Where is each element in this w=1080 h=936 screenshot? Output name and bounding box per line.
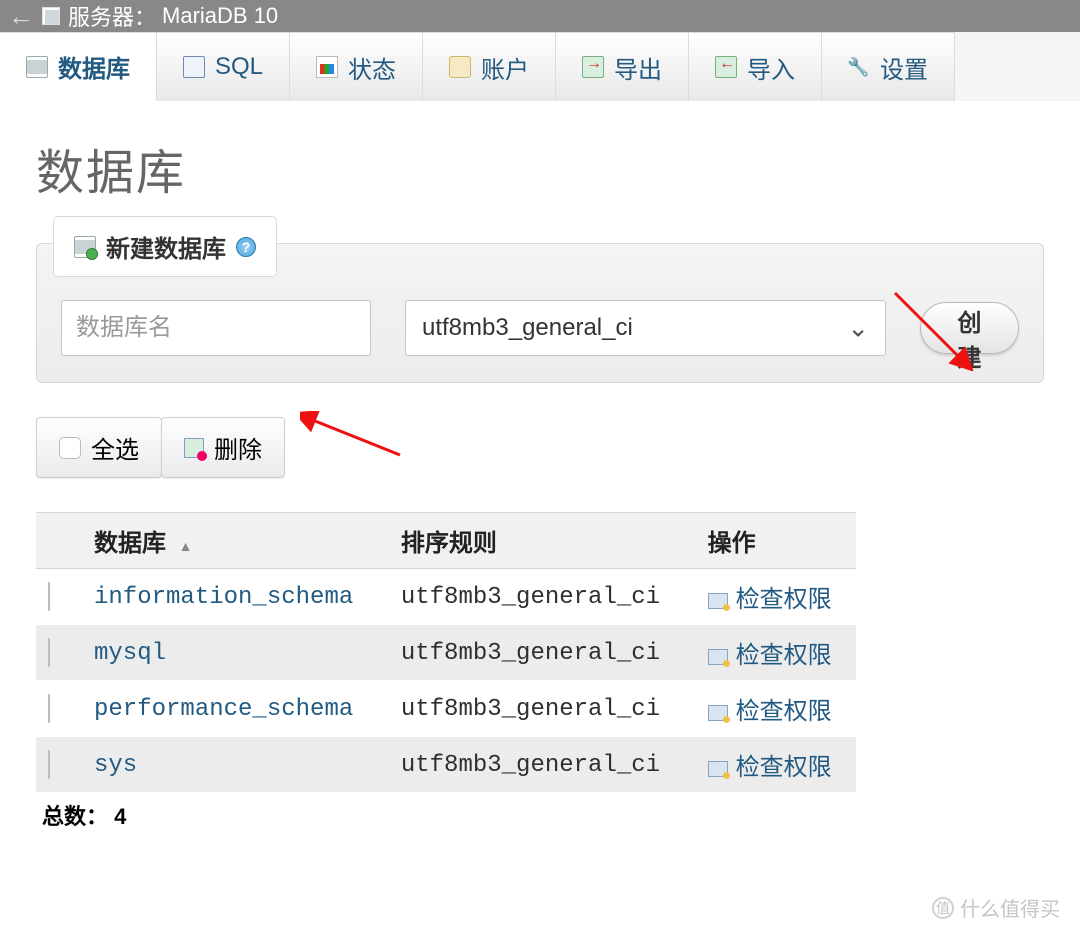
header-collation[interactable]: 排序规则: [389, 513, 696, 569]
row-collation: utf8mb3_general_ci: [401, 584, 660, 611]
privileges-icon: [708, 705, 728, 721]
tab-label: 导入: [747, 50, 795, 85]
header-action: 操作: [696, 513, 856, 569]
server-name: MariaDB 10: [162, 3, 278, 29]
watermark-text: 什么值得买: [960, 893, 1060, 922]
collation-select[interactable]: utf8mb3_general_ci ⌄: [405, 300, 886, 356]
tab-label: 设置: [880, 50, 928, 85]
select-all-label: 全选: [91, 430, 139, 465]
table-row: information_schema utf8mb3_general_ci 检查…: [36, 569, 856, 625]
server-icon: [42, 7, 60, 25]
create-button[interactable]: 创建: [920, 302, 1019, 354]
tab-label: 导出: [614, 50, 662, 85]
row-checkbox[interactable]: [48, 750, 50, 779]
database-link[interactable]: mysql: [94, 640, 166, 667]
delete-icon: [184, 438, 204, 458]
row-checkbox[interactable]: [48, 582, 50, 611]
tab-databases[interactable]: 数据库: [0, 32, 157, 101]
server-label: 服务器：: [68, 0, 156, 32]
tab-settings[interactable]: 设置: [822, 32, 955, 101]
table-row: mysql utf8mb3_general_ci 检查权限: [36, 625, 856, 681]
check-privileges-link[interactable]: 检查权限: [736, 698, 832, 725]
back-arrow-icon[interactable]: ←: [6, 1, 42, 32]
bulk-action-bar: 全选 删除: [36, 417, 1044, 478]
database-link[interactable]: sys: [94, 752, 137, 779]
check-privileges-link[interactable]: 检查权限: [736, 754, 832, 781]
tab-accounts[interactable]: 账户: [423, 32, 556, 101]
privileges-icon: [708, 761, 728, 777]
status-icon: [316, 56, 338, 78]
total-label: 总数：: [42, 804, 108, 829]
database-table: 数据库 ▲ 排序规则 操作 information_schema utf8mb3…: [36, 512, 856, 793]
table-row: performance_schema utf8mb3_general_ci 检查…: [36, 681, 856, 737]
database-name-input[interactable]: [61, 300, 371, 356]
create-database-panel: 新建数据库 ? utf8mb3_general_ci ⌄ 创建: [36, 243, 1044, 383]
help-icon[interactable]: ?: [236, 237, 256, 257]
tab-label: 数据库: [58, 49, 130, 84]
accounts-icon: [449, 56, 471, 78]
database-icon: [26, 56, 48, 78]
row-collation: utf8mb3_general_ci: [401, 752, 660, 779]
total-line: 总数： 4: [36, 799, 1044, 831]
header-database[interactable]: 数据库 ▲: [82, 513, 389, 569]
watermark-badge: 值: [932, 897, 954, 919]
import-icon: [715, 56, 737, 78]
breadcrumb-bar: ← 服务器： MariaDB 10: [0, 0, 1080, 32]
database-link[interactable]: performance_schema: [94, 696, 353, 723]
row-collation: utf8mb3_general_ci: [401, 696, 660, 723]
total-value: 4: [114, 804, 126, 829]
privileges-icon: [708, 649, 728, 665]
table-row: sys utf8mb3_general_ci 检查权限: [36, 737, 856, 793]
tab-label: SQL: [215, 53, 263, 81]
row-checkbox[interactable]: [48, 694, 50, 723]
content-area: 数据库 新建数据库 ? utf8mb3_general_ci ⌄ 创建: [0, 101, 1080, 855]
panel-legend: 新建数据库 ?: [53, 216, 277, 277]
tab-export[interactable]: 导出: [556, 32, 689, 101]
tab-label: 状态: [348, 50, 396, 85]
chevron-down-icon: ⌄: [847, 313, 869, 344]
sql-icon: [183, 56, 205, 78]
watermark: 值 什么值得买: [932, 893, 1060, 922]
tab-status[interactable]: 状态: [290, 32, 423, 101]
select-all-control[interactable]: 全选: [36, 417, 162, 478]
delete-button[interactable]: 删除: [161, 417, 285, 478]
settings-icon: [848, 56, 870, 78]
check-privileges-link[interactable]: 检查权限: [736, 642, 832, 669]
tab-label: 账户: [481, 50, 529, 85]
privileges-icon: [708, 593, 728, 609]
tab-sql[interactable]: SQL: [157, 32, 290, 101]
check-privileges-link[interactable]: 检查权限: [736, 586, 832, 613]
row-checkbox[interactable]: [48, 638, 50, 667]
legend-text: 新建数据库: [106, 229, 226, 264]
sort-asc-icon: ▲: [179, 538, 193, 554]
select-all-checkbox[interactable]: [59, 437, 81, 459]
collation-selected-value: utf8mb3_general_ci: [422, 314, 633, 342]
page-title: 数据库: [36, 133, 1044, 203]
database-link[interactable]: information_schema: [94, 584, 353, 611]
row-collation: utf8mb3_general_ci: [401, 640, 660, 667]
header-checkbox-col: [36, 513, 82, 569]
tab-import[interactable]: 导入: [689, 32, 822, 101]
delete-label: 删除: [214, 430, 262, 465]
tab-bar: 数据库 SQL 状态 账户 导出 导入 设置: [0, 32, 1080, 101]
new-database-icon: [74, 236, 96, 258]
export-icon: [582, 56, 604, 78]
